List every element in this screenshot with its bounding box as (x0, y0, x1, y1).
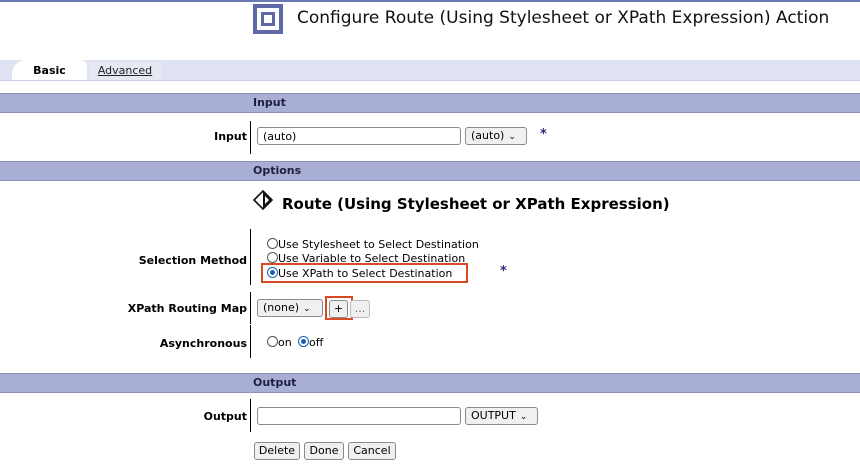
section-output-header: Output (0, 374, 860, 392)
radio-label: Use XPath to Select Destination (278, 267, 453, 280)
cancel-button[interactable]: Cancel (348, 442, 396, 460)
divider (0, 392, 860, 393)
required-marker: * (500, 264, 507, 279)
select-value: (none) (263, 301, 300, 314)
output-field[interactable] (257, 407, 461, 425)
output-label: Output (203, 410, 247, 423)
tab-divider (0, 80, 860, 81)
xpath-routing-map-label: XPath Routing Map (127, 302, 247, 315)
selection-method-label: Selection Method (138, 254, 247, 267)
radio-button[interactable] (267, 238, 278, 249)
required-marker: * (540, 127, 547, 142)
action-icon (253, 4, 283, 34)
add-button[interactable]: + (329, 300, 348, 318)
radio-stylesheet[interactable]: Use Stylesheet to Select Destination (267, 237, 479, 251)
tab-advanced[interactable]: Advanced (89, 62, 161, 80)
tab-basic[interactable]: Basic (12, 60, 87, 80)
radio-label: off (309, 336, 324, 349)
async-off-option[interactable]: off (298, 335, 323, 349)
async-on-option[interactable]: on (267, 335, 292, 349)
radio-button[interactable] (267, 252, 278, 263)
divider (250, 121, 251, 154)
section-input-header: Input (0, 94, 860, 112)
input-label: Input (214, 130, 247, 143)
section-options-header: Options (0, 162, 860, 180)
radio-button-selected[interactable] (298, 336, 309, 347)
route-icon (253, 190, 273, 210)
radio-button[interactable] (267, 336, 278, 347)
divider (0, 180, 860, 181)
section-title: Options (253, 164, 302, 177)
chevron-down-icon: ⌄ (508, 132, 516, 142)
section-title: Output (253, 376, 297, 389)
divider (250, 399, 251, 432)
edit-button[interactable]: ... (350, 300, 370, 318)
input-field[interactable] (257, 127, 461, 145)
divider (250, 325, 251, 358)
delete-button[interactable]: Delete (254, 442, 300, 460)
section-title: Input (253, 96, 286, 109)
page-title: Configure Route (Using Stylesheet or XPa… (297, 8, 830, 28)
output-context-select[interactable]: OUTPUT ⌄ (465, 407, 538, 425)
done-button[interactable]: Done (304, 442, 344, 460)
radio-label: Use Stylesheet to Select Destination (278, 238, 479, 251)
chevron-down-icon: ⌄ (519, 412, 528, 422)
divider (250, 229, 251, 285)
asynchronous-label: Asynchronous (159, 337, 247, 350)
radio-label: on (278, 336, 292, 349)
divider (250, 292, 251, 324)
select-value: OUTPUT (471, 409, 516, 422)
top-border (0, 0, 860, 2)
divider (0, 112, 860, 113)
routing-map-select[interactable]: (none) ⌄ (257, 299, 323, 317)
action-heading: Route (Using Stylesheet or XPath Express… (282, 195, 670, 213)
select-value: (auto) (471, 129, 505, 142)
input-context-select[interactable]: (auto) ⌄ (465, 127, 527, 145)
chevron-down-icon: ⌄ (303, 304, 311, 314)
radio-xpath[interactable]: Use XPath to Select Destination (267, 266, 452, 280)
radio-button-selected[interactable] (267, 267, 278, 278)
